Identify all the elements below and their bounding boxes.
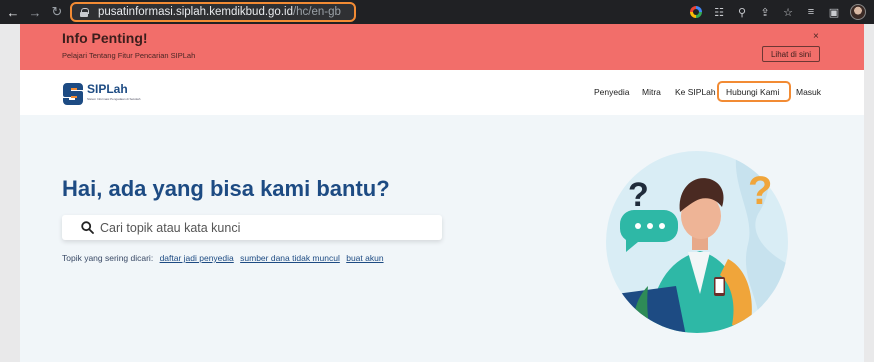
zoom-icon[interactable]: ⚲ <box>735 5 749 19</box>
search-icon <box>81 221 94 234</box>
forward-arrow-icon[interactable]: → <box>24 0 46 24</box>
popular-label: Topik yang sering dicari: <box>62 253 154 263</box>
support-agent-illustration: ? ? <box>606 151 788 333</box>
nav-hubungi-kami[interactable]: Hubungi Kami <box>726 87 779 97</box>
banner-view-button[interactable]: Lihat di sini <box>762 46 820 62</box>
close-icon[interactable]: × <box>813 31 819 42</box>
browser-toolbar: ← → ↻ pusatinformasi.siplah.kemdikbud.go… <box>0 0 874 24</box>
search-box <box>62 215 442 240</box>
site-header: SIPLah Sistem Informasi Pengadaan di Sek… <box>20 70 864 115</box>
share-icon[interactable]: ⇪ <box>758 5 772 19</box>
back-arrow-icon[interactable]: ← <box>2 0 24 24</box>
banner-subtitle: Pelajari Tentang Fitur Pencarian SIPLah <box>62 51 196 60</box>
svg-text:?: ? <box>628 176 649 214</box>
nav-penyedia[interactable]: Penyedia <box>594 87 629 97</box>
search-input[interactable] <box>100 219 420 236</box>
side-panel-icon[interactable]: ▣ <box>827 5 841 19</box>
popular-link-sumber-dana[interactable]: sumber dana tidak muncul <box>240 253 340 263</box>
reload-icon[interactable]: ↻ <box>46 0 68 24</box>
popular-link-buat-akun[interactable]: buat akun <box>346 253 383 263</box>
web-page: Info Penting! Pelajari Tentang Fitur Pen… <box>20 24 864 362</box>
hero-title: Hai, ada yang bisa kami bantu? <box>62 176 390 201</box>
svg-text:?: ? <box>748 169 772 213</box>
siplah-logo[interactable]: SIPLah Sistem Informasi Pengadaan di Sek… <box>63 80 143 106</box>
lock-icon <box>80 7 89 17</box>
banner-title: Info Penting! <box>62 30 148 46</box>
logo-tagline: Sistem Informasi Pengadaan di Sekolah <box>87 97 141 101</box>
nav-mitra[interactable]: Mitra <box>642 87 661 97</box>
info-banner: Info Penting! Pelajari Tentang Fitur Pen… <box>20 24 864 70</box>
siplah-logo-icon <box>63 83 83 105</box>
google-icon[interactable] <box>689 5 703 19</box>
bookmark-star-icon[interactable]: ☆ <box>781 5 795 19</box>
popular-topics: Topik yang sering dicari: daftar jadi pe… <box>62 253 384 263</box>
translate-icon[interactable]: ☷ <box>712 5 726 19</box>
nav-ke-siplah[interactable]: Ke SIPLah <box>675 87 716 97</box>
profile-avatar[interactable] <box>850 4 866 20</box>
nav-masuk[interactable]: Masuk <box>796 87 821 97</box>
url-host: pusatinformasi.siplah.kemdikbud.go.id <box>98 6 293 18</box>
popular-link-daftar[interactable]: daftar jadi penyedia <box>160 253 234 263</box>
logo-text: SIPLah <box>87 82 128 96</box>
address-bar[interactable]: pusatinformasi.siplah.kemdikbud.go.id/hc… <box>70 2 356 22</box>
reading-list-icon[interactable]: ≡ <box>804 5 818 19</box>
url-path: /hc/en-gb <box>292 6 341 18</box>
